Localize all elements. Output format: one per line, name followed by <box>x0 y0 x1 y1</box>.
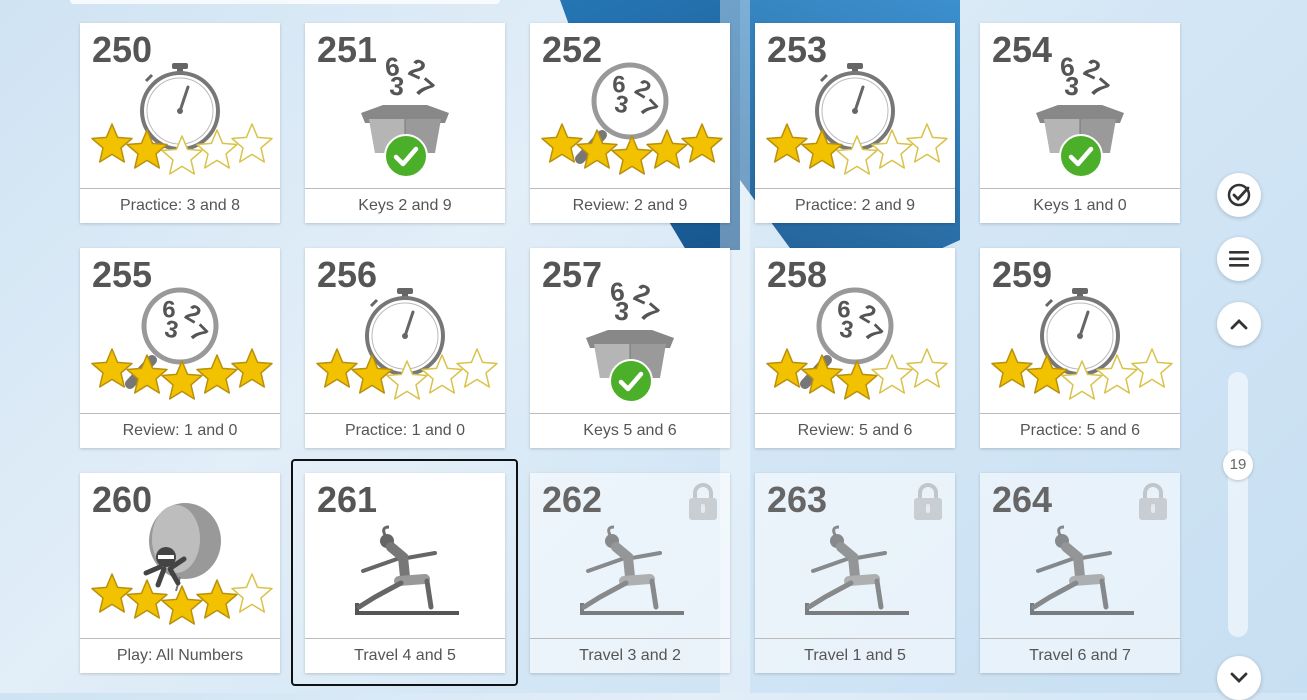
svg-text:3: 3 <box>388 70 405 101</box>
star-filled-icon <box>836 360 878 400</box>
star-empty-icon <box>906 348 948 388</box>
lesson-tile: 262 Travel 3 and 2 <box>530 473 730 673</box>
lesson-label: Travel 1 and 5 <box>755 638 955 673</box>
lesson-label: Travel 4 and 5 <box>305 638 505 673</box>
lesson-label: Keys 2 and 9 <box>305 188 505 223</box>
star-filled-icon <box>161 585 203 625</box>
chevron-down-icon <box>1230 672 1248 683</box>
lesson-label: Practice: 3 and 8 <box>80 188 280 223</box>
stopwatch-icon <box>365 288 445 376</box>
yoga-pose-icon <box>580 525 684 615</box>
star-filled-icon <box>611 135 653 175</box>
star-filled-icon <box>766 123 808 163</box>
lesson-label: Practice: 2 and 9 <box>755 188 955 223</box>
lesson-number: 264 <box>992 479 1053 520</box>
stopwatch-icon <box>1040 288 1120 376</box>
lock-icon <box>914 483 942 520</box>
lesson-label: Keys 5 and 6 <box>530 413 730 448</box>
stopwatch-icon <box>815 63 895 151</box>
yoga-pose-icon <box>355 525 459 615</box>
svg-text:3: 3 <box>1063 70 1080 101</box>
lesson-tile[interactable]: 253 Practice: 2 and 9 <box>755 23 955 223</box>
top-bar-edge <box>70 0 500 4</box>
lesson-tile[interactable]: 261 Travel 4 and 5 <box>305 473 505 673</box>
star-filled-icon <box>681 123 723 163</box>
lesson-tile[interactable]: 6237 255 Review: 1 and 0 <box>80 248 280 448</box>
checkmark-badge-icon <box>1059 134 1103 178</box>
star-filled-icon <box>316 348 358 388</box>
lesson-tile[interactable]: 6237 252 Review: 2 and 9 <box>530 23 730 223</box>
scroll-down-button[interactable] <box>1217 656 1261 700</box>
star-empty-icon <box>906 123 948 163</box>
menu-button[interactable] <box>1217 237 1261 281</box>
stopwatch-icon <box>140 63 220 151</box>
svg-text:3: 3 <box>613 295 630 326</box>
checkmark-badge-icon <box>609 359 653 403</box>
scroll-track[interactable] <box>1228 372 1248 637</box>
lesson-tile[interactable]: 260 Play: All Numbers <box>80 473 280 673</box>
lesson-number: 257 <box>542 254 603 295</box>
lesson-tile[interactable]: 256 Practice: 1 and 0 <box>305 248 505 448</box>
yoga-pose-icon <box>1030 525 1134 615</box>
lesson-number: 251 <box>317 29 378 70</box>
lesson-number: 254 <box>992 29 1053 70</box>
lesson-label: Travel 6 and 7 <box>980 638 1180 673</box>
star-empty-icon <box>231 123 273 163</box>
lesson-label: Practice: 5 and 6 <box>980 413 1180 448</box>
star-filled-icon <box>91 573 133 613</box>
lesson-label: Travel 3 and 2 <box>530 638 730 673</box>
lesson-tile[interactable]: 259 Practice: 5 and 6 <box>980 248 1180 448</box>
chevron-up-icon <box>1230 319 1248 330</box>
lesson-tile[interactable]: 250 Practice: 3 and 8 <box>80 23 280 223</box>
star-filled-icon <box>646 129 688 169</box>
scroll-thumb[interactable]: 19 <box>1223 450 1253 480</box>
lesson-label: Review: 2 and 9 <box>530 188 730 223</box>
star-filled-icon <box>196 579 238 619</box>
lesson-number: 250 <box>92 29 153 70</box>
star-empty-icon <box>231 573 273 613</box>
lesson-number: 259 <box>992 254 1053 295</box>
yoga-pose-icon <box>805 525 909 615</box>
lesson-number: 255 <box>92 254 153 295</box>
lesson-number: 253 <box>767 29 828 70</box>
progress-button[interactable] <box>1217 173 1261 217</box>
lesson-tile[interactable]: 6237 258 Review: 5 and 6 <box>755 248 955 448</box>
lesson-tile[interactable]: 6237 251 Keys 2 and 9 <box>305 23 505 223</box>
check-icon <box>1227 183 1251 207</box>
lesson-number: 252 <box>542 29 603 70</box>
lock-icon <box>1139 483 1167 520</box>
checkmark-badge-icon <box>384 134 428 178</box>
lesson-label: Play: All Numbers <box>80 638 280 673</box>
lesson-label: Review: 5 and 6 <box>755 413 955 448</box>
lesson-number: 258 <box>767 254 828 295</box>
lesson-tile: 263 Travel 1 and 5 <box>755 473 955 673</box>
lesson-number: 260 <box>92 479 153 520</box>
star-empty-icon <box>456 348 498 388</box>
star-empty-icon <box>1131 348 1173 388</box>
lesson-label: Review: 1 and 0 <box>80 413 280 448</box>
lesson-number: 256 <box>317 254 378 295</box>
lesson-tile: 264 Travel 6 and 7 <box>980 473 1180 673</box>
balloon-ninja-icon <box>143 503 221 592</box>
lesson-label: Practice: 1 and 0 <box>305 413 505 448</box>
lesson-tile[interactable]: 6237 257 Keys 5 and 6 <box>530 248 730 448</box>
lock-icon <box>689 483 717 520</box>
star-filled-icon <box>91 123 133 163</box>
star-empty-icon <box>871 354 913 394</box>
lesson-number: 262 <box>542 479 603 520</box>
menu-icon <box>1229 251 1249 267</box>
lesson-number: 261 <box>317 479 378 520</box>
star-filled-icon <box>161 360 203 400</box>
star-filled-icon <box>991 348 1033 388</box>
star-filled-icon <box>231 348 273 388</box>
scroll-up-button[interactable] <box>1217 302 1261 346</box>
star-filled-icon <box>126 579 168 619</box>
lesson-tile[interactable]: 6237 254 Keys 1 and 0 <box>980 23 1180 223</box>
star-filled-icon <box>196 354 238 394</box>
lesson-label: Keys 1 and 0 <box>980 188 1180 223</box>
lesson-number: 263 <box>767 479 828 520</box>
